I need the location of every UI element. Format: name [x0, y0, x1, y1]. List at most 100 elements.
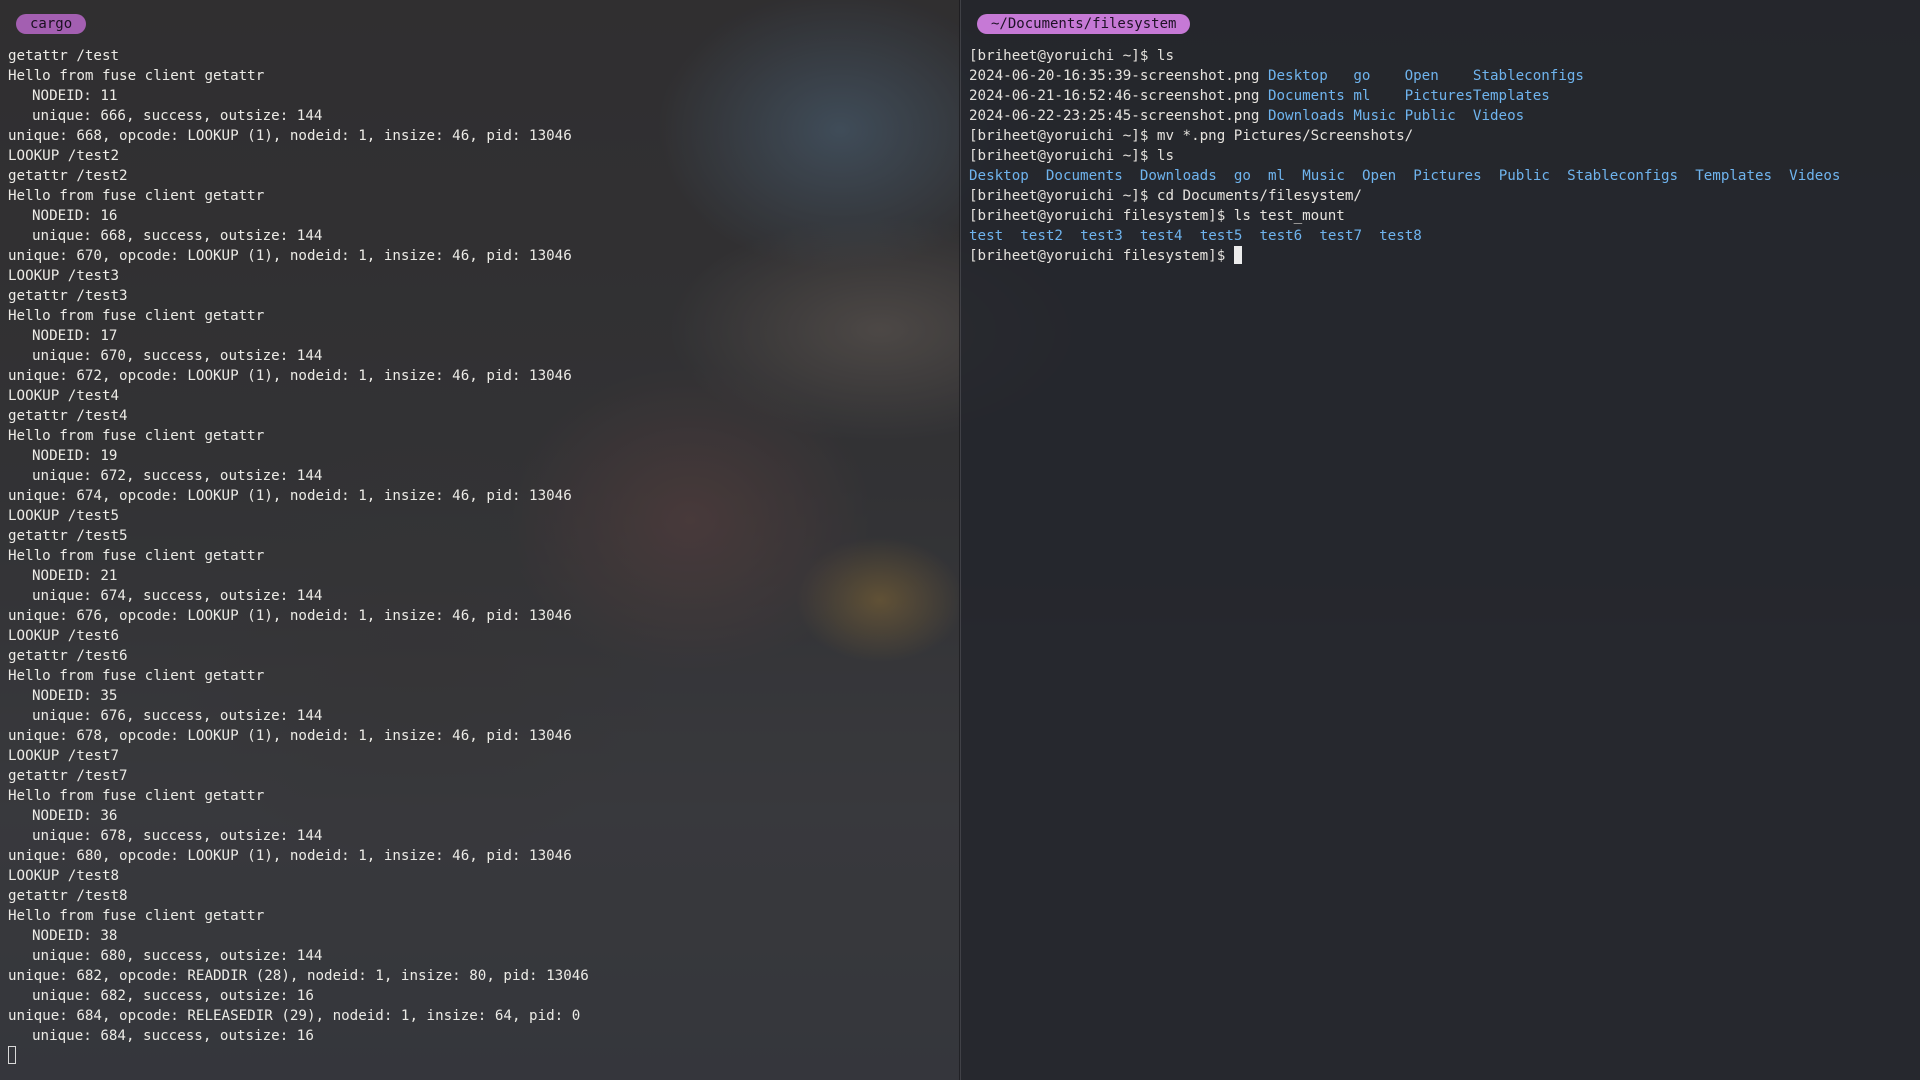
- file-entry: 2024-06-21-16:52:46-screenshot.png: [969, 88, 1260, 104]
- log-line: LOOKUP /test7: [8, 748, 120, 764]
- directory-entry: Downloads: [1267, 108, 1345, 124]
- log-line: LOOKUP /test2: [8, 148, 120, 164]
- directory-entry: Videos: [1472, 108, 1525, 124]
- log-line: getattr /test5: [8, 528, 128, 544]
- directory-entry: Videos: [1789, 168, 1841, 184]
- log-line: Hello from fuse client getattr: [8, 908, 265, 924]
- log-line: unique: 680, success, outsize: 144: [32, 948, 323, 964]
- log-line: Hello from fuse client getattr: [8, 548, 265, 564]
- directory-entry: test6: [1259, 228, 1303, 244]
- log-line: unique: 674, success, outsize: 144: [32, 588, 323, 604]
- log-line: unique: 678, opcode: LOOKUP (1), nodeid:…: [8, 728, 572, 744]
- log-line: unique: 680, opcode: LOOKUP (1), nodeid:…: [8, 848, 572, 864]
- log-line: NODEID: 17: [32, 328, 118, 344]
- directory-entry: Open: [1362, 168, 1397, 184]
- log-line: getattr /test3: [8, 288, 128, 304]
- log-line: LOOKUP /test4: [8, 388, 120, 404]
- command-text: mv *.png Pictures/Screenshots/: [1156, 128, 1414, 144]
- shell-prompt: [briheet@yoruichi ~]$: [969, 148, 1157, 164]
- command-text: ls: [1156, 148, 1175, 164]
- terminal-cursor-right: [1233, 246, 1242, 264]
- directory-entry: test8: [1379, 228, 1422, 244]
- log-line: getattr /test: [8, 48, 120, 64]
- directory-entry: Open: [1404, 68, 1439, 84]
- command-line: [briheet@yoruichi ~]$ cd Documents/files…: [969, 186, 1840, 206]
- directory-entry: test3: [1080, 228, 1123, 244]
- directory-entry: Templates: [1695, 168, 1773, 184]
- ls-output-row: Desktop Documents Downloads go ml Music …: [969, 166, 1840, 186]
- command-text: cd Documents/filesystem/: [1156, 188, 1362, 204]
- terminal-pane-left[interactable]: cargo getattr /test Hello from fuse clien…: [0, 0, 960, 1080]
- directory-entry: Downloads: [1139, 168, 1217, 184]
- log-line: unique: 668, opcode: LOOKUP (1), nodeid:…: [8, 128, 572, 144]
- log-line: Hello from fuse client getattr: [8, 188, 265, 204]
- directory-entry: go: [1233, 168, 1251, 184]
- directory-entry: test5: [1199, 228, 1243, 244]
- directory-entry: Stableconfigs: [1567, 168, 1679, 184]
- log-line: NODEID: 16: [32, 208, 118, 224]
- log-line: unique: 676, success, outsize: 144: [32, 708, 323, 724]
- shell-prompt: [briheet@yoruichi ~]$: [969, 188, 1157, 204]
- log-line: unique: 682, success, outsize: 16: [32, 988, 314, 1004]
- terminal-pane-right[interactable]: ~/Documents/filesystem [briheet@yoruichi…: [960, 0, 1920, 1080]
- directory-entry: test: [969, 228, 1004, 244]
- log-line: getattr /test7: [8, 768, 128, 784]
- log-line: Hello from fuse client getattr: [8, 668, 265, 684]
- directory-entry: Pictures: [1413, 168, 1482, 184]
- ls-output-grid: 2024-06-20-16:35:39-screenshot.png Deskto…: [969, 66, 1840, 126]
- log-line: NODEID: 19: [32, 448, 118, 464]
- command-text: ls: [1156, 48, 1175, 64]
- log-line: Hello from fuse client getattr: [8, 68, 265, 84]
- shell-prompt: [briheet@yoruichi filesystem]$: [969, 208, 1234, 224]
- cwd-tag: ~/Documents/filesystem: [977, 14, 1191, 34]
- directory-entry: Music: [1353, 108, 1397, 124]
- directory-entry: test7: [1319, 228, 1363, 244]
- directory-entry: test2: [1020, 228, 1063, 244]
- shell-prompt: [briheet@yoruichi ~]$: [969, 128, 1157, 144]
- directory-entry: Music: [1302, 168, 1345, 184]
- directory-entry: Desktop: [1267, 68, 1328, 84]
- log-line: unique: 676, opcode: LOOKUP (1), nodeid:…: [8, 608, 572, 624]
- log-line: unique: 674, opcode: LOOKUP (1), nodeid:…: [8, 488, 572, 504]
- terminal-output-left: getattr /test Hello from fuse client geta…: [8, 46, 589, 1046]
- directory-entry: Public: [1498, 168, 1550, 184]
- shell-prompt: [briheet@yoruichi filesystem]$: [969, 248, 1234, 264]
- log-line: unique: 670, opcode: LOOKUP (1), nodeid:…: [8, 248, 572, 264]
- log-line: LOOKUP /test3: [8, 268, 120, 284]
- log-line: unique: 670, success, outsize: 144: [32, 348, 323, 364]
- log-line: getattr /test4: [8, 408, 128, 424]
- directory-entry: ml: [1353, 88, 1371, 104]
- log-line: Hello from fuse client getattr: [8, 788, 265, 804]
- terminal-cursor-left: [8, 1046, 16, 1064]
- directory-entry: go: [1353, 68, 1371, 84]
- command-line: [briheet@yoruichi ~]$ ls: [969, 146, 1840, 166]
- log-line: getattr /test8: [8, 888, 128, 904]
- file-entry: 2024-06-22-23:25:45-screenshot.png: [969, 108, 1260, 124]
- log-line: getattr /test6: [8, 648, 128, 664]
- log-line: getattr /test2: [8, 168, 128, 184]
- ls-row: 2024-06-21-16:52:46-screenshot.png Docume…: [969, 86, 1840, 106]
- log-line: Hello from fuse client getattr: [8, 308, 265, 324]
- log-line: NODEID: 36: [32, 808, 118, 824]
- directory-entry: test4: [1139, 228, 1183, 244]
- log-line: unique: 682, opcode: READDIR (28), nodei…: [8, 968, 589, 984]
- log-line: LOOKUP /test6: [8, 628, 120, 644]
- ls-row: 2024-06-22-23:25:45-screenshot.png Downlo…: [969, 106, 1840, 126]
- log-line: unique: 684, opcode: RELEASEDIR (29), no…: [8, 1008, 581, 1024]
- log-line: unique: 668, success, outsize: 144: [32, 228, 323, 244]
- command-line: [briheet@yoruichi ~]$ ls: [969, 46, 1840, 66]
- log-line: Hello from fuse client getattr: [8, 428, 265, 444]
- active-command-line[interactable]: [briheet@yoruichi filesystem]$: [969, 246, 1840, 266]
- directory-entry: Desktop: [969, 168, 1029, 184]
- ls-output-row: test test2 test3 test4 test5 test6 test7…: [969, 226, 1840, 246]
- process-tag: cargo: [16, 14, 87, 34]
- file-entry: 2024-06-20-16:35:39-screenshot.png: [969, 68, 1260, 84]
- log-line: unique: 666, success, outsize: 144: [32, 108, 323, 124]
- log-line: LOOKUP /test8: [8, 868, 120, 884]
- directory-entry: Stableconfigs: [1472, 68, 1584, 84]
- log-line: unique: 672, opcode: LOOKUP (1), nodeid:…: [8, 368, 572, 384]
- command-line: [briheet@yoruichi filesystem]$ ls test_m…: [969, 206, 1840, 226]
- log-line: NODEID: 38: [32, 928, 118, 944]
- directory-entry: Documents: [1045, 168, 1123, 184]
- directory-entry: Documents: [1267, 88, 1345, 104]
